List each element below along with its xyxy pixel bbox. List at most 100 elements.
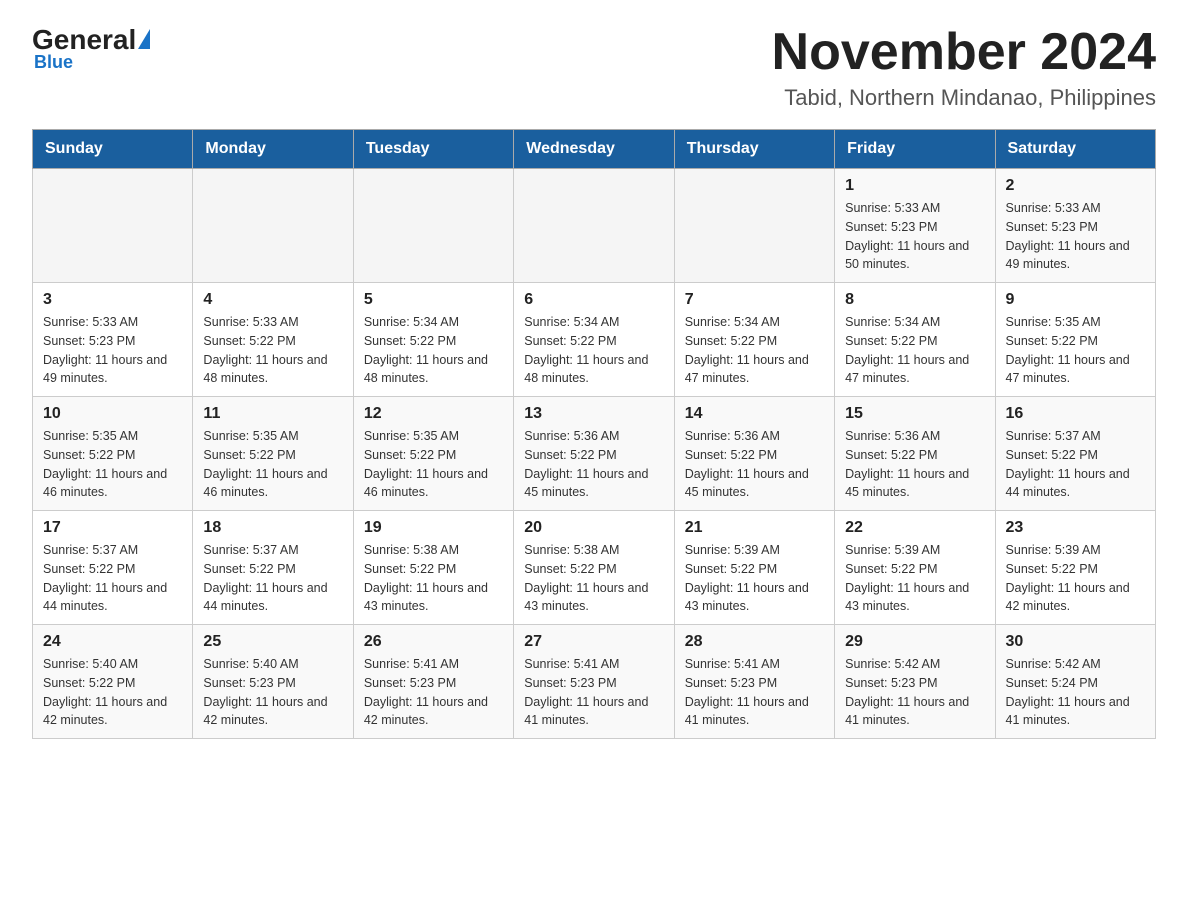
calendar-cell: 14 Sunrise: 5:36 AMSunset: 5:22 PMDayligh… <box>674 397 834 511</box>
calendar-cell: 18 Sunrise: 5:37 AMSunset: 5:22 PMDayligh… <box>193 511 353 625</box>
day-info: Sunrise: 5:38 AMSunset: 5:22 PMDaylight:… <box>524 541 663 616</box>
logo-blue: Blue <box>34 52 73 73</box>
calendar-cell: 19Sunrise: 5:38 AMSunset: 5:22 PMDayligh… <box>353 511 513 625</box>
day-number: 29 <box>845 633 984 651</box>
calendar-cell: 21 Sunrise: 5:39 AMSunset: 5:22 PMDayligh… <box>674 511 834 625</box>
day-info: Sunrise: 5:42 AMSunset: 5:23 PMDaylight:… <box>845 655 984 730</box>
day-info: Sunrise: 5:35 AMSunset: 5:22 PMDaylight:… <box>364 427 503 502</box>
day-info: Sunrise: 5:41 AMSunset: 5:23 PMDaylight:… <box>364 655 503 730</box>
day-number: 25 <box>203 633 342 651</box>
calendar-cell: 20 Sunrise: 5:38 AMSunset: 5:22 PMDayligh… <box>514 511 674 625</box>
calendar-cell: 10 Sunrise: 5:35 AMSunset: 5:22 PMDayligh… <box>33 397 193 511</box>
day-info: Sunrise: 5:33 AMSunset: 5:23 PMDaylight:… <box>43 313 182 388</box>
calendar-cell: 8 Sunrise: 5:34 AMSunset: 5:22 PMDaylight… <box>835 283 995 397</box>
calendar-cell: 30 Sunrise: 5:42 AMSunset: 5:24 PMDayligh… <box>995 625 1155 739</box>
day-number: 8 <box>845 291 984 309</box>
day-info: Sunrise: 5:36 AMSunset: 5:22 PMDaylight:… <box>524 427 663 502</box>
day-number: 12 <box>364 405 503 423</box>
subtitle: Tabid, Northern Mindanao, Philippines <box>772 85 1156 111</box>
day-info: Sunrise: 5:37 AMSunset: 5:22 PMDaylight:… <box>203 541 342 616</box>
day-number: 9 <box>1006 291 1145 309</box>
calendar-cell: 15Sunrise: 5:36 AMSunset: 5:22 PMDayligh… <box>835 397 995 511</box>
calendar-header-tuesday: Tuesday <box>353 130 513 169</box>
calendar-cell: 28 Sunrise: 5:41 AMSunset: 5:23 PMDayligh… <box>674 625 834 739</box>
calendar-cell: 23Sunrise: 5:39 AMSunset: 5:22 PMDayligh… <box>995 511 1155 625</box>
calendar-header-wednesday: Wednesday <box>514 130 674 169</box>
day-info: Sunrise: 5:34 AMSunset: 5:22 PMDaylight:… <box>524 313 663 388</box>
day-number: 18 <box>203 519 342 537</box>
calendar-cell: 27 Sunrise: 5:41 AMSunset: 5:23 PMDayligh… <box>514 625 674 739</box>
day-info: Sunrise: 5:35 AMSunset: 5:22 PMDaylight:… <box>43 427 182 502</box>
day-number: 17 <box>43 519 182 537</box>
day-info: Sunrise: 5:41 AMSunset: 5:23 PMDaylight:… <box>685 655 824 730</box>
calendar-cell: 25 Sunrise: 5:40 AMSunset: 5:23 PMDayligh… <box>193 625 353 739</box>
calendar-cell: 17Sunrise: 5:37 AMSunset: 5:22 PMDayligh… <box>33 511 193 625</box>
calendar-header-saturday: Saturday <box>995 130 1155 169</box>
calendar-week-row: 17 Sunrise: 5:37 AMSunset: 5:22 PMDayligh… <box>33 511 1156 625</box>
day-number: 14 <box>685 405 824 423</box>
calendar-cell <box>193 169 353 283</box>
calendar-cell: 7Sunrise: 5:34 AMSunset: 5:22 PMDaylight… <box>674 283 834 397</box>
day-number: 28 <box>685 633 824 651</box>
logo-triangle-icon <box>138 29 150 49</box>
day-info: Sunrise: 5:39 AMSunset: 5:22 PMDaylight:… <box>685 541 824 616</box>
calendar-cell: 2 Sunrise: 5:33 AMSunset: 5:23 PMDaylight… <box>995 169 1155 283</box>
calendar-cell <box>674 169 834 283</box>
day-info: Sunrise: 5:36 AMSunset: 5:22 PMDaylight:… <box>845 427 984 502</box>
day-number: 13 <box>524 405 663 423</box>
day-info: Sunrise: 5:33 AMSunset: 5:23 PMDaylight:… <box>845 199 984 274</box>
day-number: 24 <box>43 633 182 651</box>
calendar-cell: 4 Sunrise: 5:33 AMSunset: 5:22 PMDaylight… <box>193 283 353 397</box>
calendar-cell: 16Sunrise: 5:37 AMSunset: 5:22 PMDayligh… <box>995 397 1155 511</box>
day-info: Sunrise: 5:34 AMSunset: 5:22 PMDaylight:… <box>364 313 503 388</box>
day-number: 11 <box>203 405 342 423</box>
day-info: Sunrise: 5:35 AMSunset: 5:22 PMDaylight:… <box>203 427 342 502</box>
day-number: 2 <box>1006 177 1145 195</box>
day-number: 4 <box>203 291 342 309</box>
main-title: November 2024 <box>772 24 1156 81</box>
calendar-cell: 22 Sunrise: 5:39 AMSunset: 5:22 PMDayligh… <box>835 511 995 625</box>
day-number: 20 <box>524 519 663 537</box>
day-info: Sunrise: 5:42 AMSunset: 5:24 PMDaylight:… <box>1006 655 1145 730</box>
calendar-header-friday: Friday <box>835 130 995 169</box>
day-number: 1 <box>845 177 984 195</box>
calendar-cell <box>353 169 513 283</box>
day-info: Sunrise: 5:34 AMSunset: 5:22 PMDaylight:… <box>685 313 824 388</box>
day-number: 16 <box>1006 405 1145 423</box>
calendar-header-thursday: Thursday <box>674 130 834 169</box>
calendar-week-row: 1 Sunrise: 5:33 AMSunset: 5:23 PMDaylight… <box>33 169 1156 283</box>
calendar-header-row: SundayMondayTuesdayWednesdayThursdayFrid… <box>33 130 1156 169</box>
day-number: 26 <box>364 633 503 651</box>
day-number: 19 <box>364 519 503 537</box>
day-number: 3 <box>43 291 182 309</box>
day-info: Sunrise: 5:40 AMSunset: 5:22 PMDaylight:… <box>43 655 182 730</box>
day-info: Sunrise: 5:35 AMSunset: 5:22 PMDaylight:… <box>1006 313 1145 388</box>
calendar-cell: 12 Sunrise: 5:35 AMSunset: 5:22 PMDayligh… <box>353 397 513 511</box>
day-info: Sunrise: 5:33 AMSunset: 5:22 PMDaylight:… <box>203 313 342 388</box>
calendar-week-row: 3 Sunrise: 5:33 AMSunset: 5:23 PMDaylight… <box>33 283 1156 397</box>
calendar-cell: 5 Sunrise: 5:34 AMSunset: 5:22 PMDaylight… <box>353 283 513 397</box>
calendar-cell: 29 Sunrise: 5:42 AMSunset: 5:23 PMDayligh… <box>835 625 995 739</box>
day-number: 10 <box>43 405 182 423</box>
calendar-cell: 3 Sunrise: 5:33 AMSunset: 5:23 PMDaylight… <box>33 283 193 397</box>
calendar-cell: 26 Sunrise: 5:41 AMSunset: 5:23 PMDayligh… <box>353 625 513 739</box>
calendar-header-sunday: Sunday <box>33 130 193 169</box>
day-info: Sunrise: 5:40 AMSunset: 5:23 PMDaylight:… <box>203 655 342 730</box>
calendar-week-row: 10 Sunrise: 5:35 AMSunset: 5:22 PMDayligh… <box>33 397 1156 511</box>
day-info: Sunrise: 5:36 AMSunset: 5:22 PMDaylight:… <box>685 427 824 502</box>
day-number: 21 <box>685 519 824 537</box>
day-info: Sunrise: 5:41 AMSunset: 5:23 PMDaylight:… <box>524 655 663 730</box>
day-number: 23 <box>1006 519 1145 537</box>
day-info: Sunrise: 5:33 AMSunset: 5:23 PMDaylight:… <box>1006 199 1145 274</box>
header-area: General Blue November 2024 Tabid, Northe… <box>32 24 1156 111</box>
calendar-cell: 24 Sunrise: 5:40 AMSunset: 5:22 PMDayligh… <box>33 625 193 739</box>
day-number: 5 <box>364 291 503 309</box>
calendar-cell: 1 Sunrise: 5:33 AMSunset: 5:23 PMDaylight… <box>835 169 995 283</box>
day-number: 27 <box>524 633 663 651</box>
day-info: Sunrise: 5:39 AMSunset: 5:22 PMDaylight:… <box>845 541 984 616</box>
day-number: 22 <box>845 519 984 537</box>
day-info: Sunrise: 5:34 AMSunset: 5:22 PMDaylight:… <box>845 313 984 388</box>
calendar-cell: 13 Sunrise: 5:36 AMSunset: 5:22 PMDayligh… <box>514 397 674 511</box>
day-number: 30 <box>1006 633 1145 651</box>
title-area: November 2024 Tabid, Northern Mindanao, … <box>772 24 1156 111</box>
